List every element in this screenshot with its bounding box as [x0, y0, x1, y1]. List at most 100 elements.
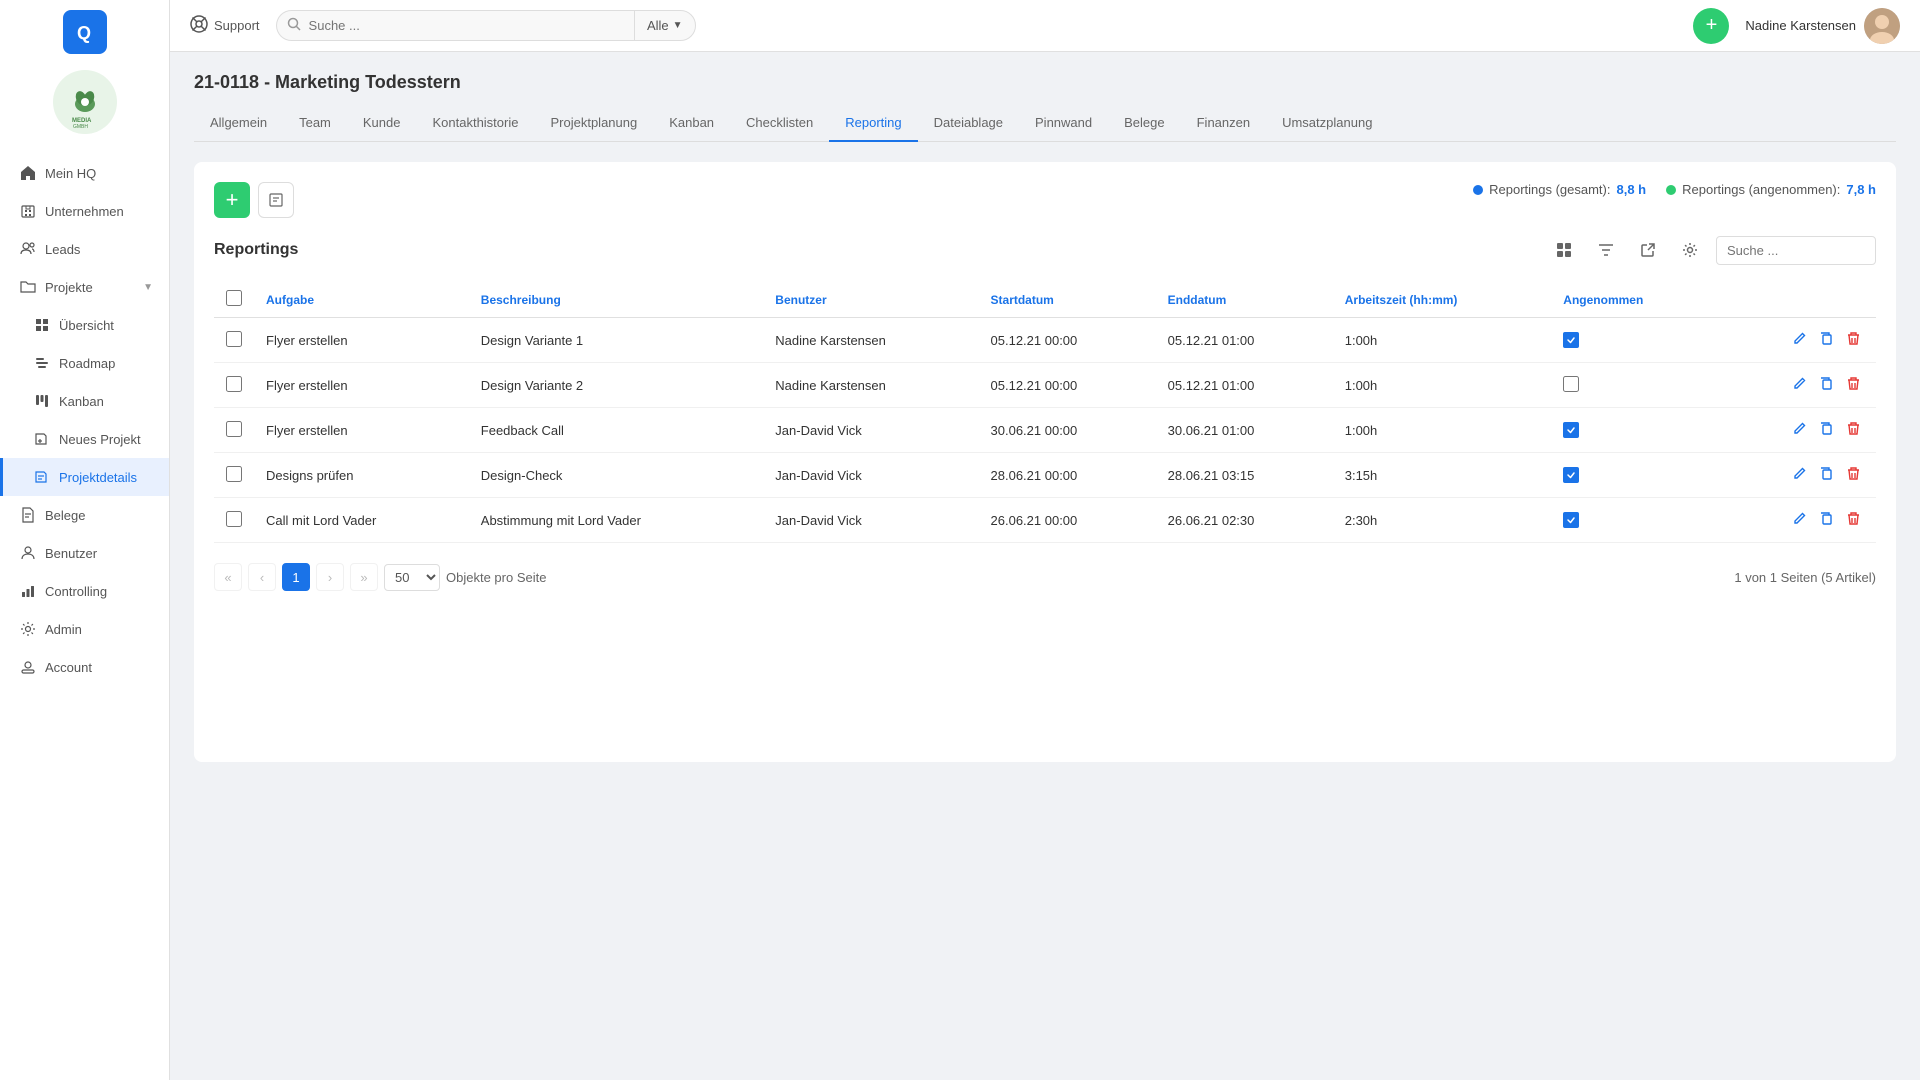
- tab-reporting[interactable]: Reporting: [829, 105, 917, 142]
- search-input-wrapper: [276, 10, 634, 41]
- tab-projektplanung[interactable]: Projektplanung: [534, 105, 653, 142]
- angenommen-checkbox[interactable]: [1563, 376, 1579, 392]
- sidebar-item-neues-projekt[interactable]: Neues Projekt: [0, 420, 169, 458]
- settings-button[interactable]: [1674, 234, 1706, 266]
- sidebar-item-kanban[interactable]: Kanban: [0, 382, 169, 420]
- row-checkbox[interactable]: [226, 376, 242, 392]
- global-add-button[interactable]: +: [1693, 8, 1729, 44]
- edit-icon[interactable]: [1789, 373, 1810, 397]
- per-page-select[interactable]: 50 25 100: [384, 564, 440, 591]
- cell-enddatum: 30.06.21 01:00: [1156, 408, 1333, 453]
- angenommen-checked-icon[interactable]: [1563, 512, 1579, 528]
- tab-checklisten[interactable]: Checklisten: [730, 105, 829, 142]
- support-link[interactable]: Support: [190, 15, 260, 36]
- delete-icon[interactable]: [1843, 328, 1864, 352]
- tab-kunde[interactable]: Kunde: [347, 105, 417, 142]
- last-page-button[interactable]: »: [350, 563, 378, 591]
- stat-accepted-label: Reportings (angenommen):: [1682, 182, 1840, 197]
- copy-icon[interactable]: [1816, 373, 1837, 397]
- row-checkbox[interactable]: [226, 466, 242, 482]
- pagination-info: 1 von 1 Seiten (5 Artikel): [1734, 570, 1876, 585]
- user-avatar: [1864, 8, 1900, 44]
- edit-icon[interactable]: [1789, 508, 1810, 532]
- external-link-button[interactable]: [1632, 234, 1664, 266]
- cell-aufgabe: Flyer erstellen: [254, 318, 469, 363]
- copy-icon[interactable]: [1816, 328, 1837, 352]
- select-all-checkbox[interactable]: [226, 290, 242, 306]
- prev-page-button[interactable]: ‹: [248, 563, 276, 591]
- tab-kanban[interactable]: Kanban: [653, 105, 730, 142]
- stat-total-value: 8,8 h: [1617, 182, 1647, 197]
- project-tabs: Allgemein Team Kunde Kontakthistorie Pro…: [194, 105, 1896, 142]
- col-angenommen: Angenommen: [1551, 282, 1717, 318]
- row-checkbox[interactable]: [226, 421, 242, 437]
- cell-actions: [1718, 318, 1876, 363]
- sidebar-item-belege[interactable]: Belege: [0, 496, 169, 534]
- tab-team[interactable]: Team: [283, 105, 347, 142]
- cell-benutzer: Nadine Karstensen: [763, 363, 978, 408]
- edit-icon[interactable]: [1789, 328, 1810, 352]
- sidebar-item-benutzer[interactable]: Benutzer: [0, 534, 169, 572]
- cell-angenommen: [1551, 498, 1717, 543]
- sidebar-item-mein-hq[interactable]: Mein HQ: [0, 154, 169, 192]
- first-page-button[interactable]: «: [214, 563, 242, 591]
- filter-button[interactable]: [1590, 234, 1622, 266]
- table-row: Call mit Lord VaderAbstimmung mit Lord V…: [214, 498, 1876, 543]
- copy-icon[interactable]: [1816, 418, 1837, 442]
- cell-enddatum: 05.12.21 01:00: [1156, 363, 1333, 408]
- home-icon: [19, 164, 37, 182]
- view-toggle-button[interactable]: [1548, 234, 1580, 266]
- sidebar-item-controlling[interactable]: Controlling: [0, 572, 169, 610]
- copy-icon[interactable]: [1816, 508, 1837, 532]
- delete-icon[interactable]: [1843, 508, 1864, 532]
- cell-beschreibung: Design Variante 2: [469, 363, 764, 408]
- tab-finanzen[interactable]: Finanzen: [1181, 105, 1266, 142]
- sidebar: Q MEDIA GMBH Mein HQ Unternehmen: [0, 0, 170, 1080]
- sidebar-item-roadmap[interactable]: Roadmap: [0, 344, 169, 382]
- row-checkbox[interactable]: [226, 511, 242, 527]
- sidebar-item-admin[interactable]: Admin: [0, 610, 169, 648]
- export-button[interactable]: [258, 182, 294, 218]
- table-row: Flyer erstellenFeedback CallJan-David Vi…: [214, 408, 1876, 453]
- delete-icon[interactable]: [1843, 373, 1864, 397]
- col-aufgabe: Aufgabe: [254, 282, 469, 318]
- delete-icon[interactable]: [1843, 463, 1864, 487]
- tab-belege[interactable]: Belege: [1108, 105, 1180, 142]
- sidebar-item-projektdetails[interactable]: Projektdetails: [0, 458, 169, 496]
- sidebar-item-unternehmen[interactable]: Unternehmen: [0, 192, 169, 230]
- copy-icon[interactable]: [1816, 463, 1837, 487]
- tab-pinnwand[interactable]: Pinnwand: [1019, 105, 1108, 142]
- add-reporting-button[interactable]: +: [214, 182, 250, 218]
- delete-icon[interactable]: [1843, 418, 1864, 442]
- tab-umsatzplanung[interactable]: Umsatzplanung: [1266, 105, 1388, 142]
- cell-startdatum: 30.06.21 00:00: [979, 408, 1156, 453]
- angenommen-checked-icon[interactable]: [1563, 467, 1579, 483]
- stat-total-dot: [1473, 185, 1483, 195]
- angenommen-checked-icon[interactable]: [1563, 332, 1579, 348]
- edit-icon[interactable]: [1789, 418, 1810, 442]
- sidebar-item-uebersicht[interactable]: Übersicht: [0, 306, 169, 344]
- cell-arbeitszeit: 2:30h: [1333, 498, 1552, 543]
- tab-kontakthistorie[interactable]: Kontakthistorie: [416, 105, 534, 142]
- cell-benutzer: Nadine Karstensen: [763, 318, 978, 363]
- sidebar-item-projekte[interactable]: Projekte ▼: [0, 268, 169, 306]
- grid-icon: [33, 316, 51, 334]
- edit-icon[interactable]: [1789, 463, 1810, 487]
- tab-dateiablage[interactable]: Dateiablage: [918, 105, 1019, 142]
- user-menu[interactable]: Nadine Karstensen: [1745, 8, 1900, 44]
- next-page-button[interactable]: ›: [316, 563, 344, 591]
- angenommen-checked-icon[interactable]: [1563, 422, 1579, 438]
- new-project-icon: [33, 430, 51, 448]
- sidebar-item-leads[interactable]: Leads: [0, 230, 169, 268]
- row-checkbox[interactable]: [226, 331, 242, 347]
- search-filter-dropdown[interactable]: Alle ▼: [634, 10, 696, 41]
- app-logo[interactable]: Q: [63, 10, 107, 54]
- main-content: Support Alle ▼ + Nadine Karstensen: [170, 0, 1920, 1080]
- page-1-button[interactable]: 1: [282, 563, 310, 591]
- reporting-search-input[interactable]: [1716, 236, 1876, 265]
- sidebar-item-account[interactable]: Account: [0, 648, 169, 686]
- tab-allgemein[interactable]: Allgemein: [194, 105, 283, 142]
- search-input[interactable]: [305, 11, 622, 40]
- reporting-action-buttons: [1548, 234, 1876, 266]
- cell-beschreibung: Design Variante 1: [469, 318, 764, 363]
